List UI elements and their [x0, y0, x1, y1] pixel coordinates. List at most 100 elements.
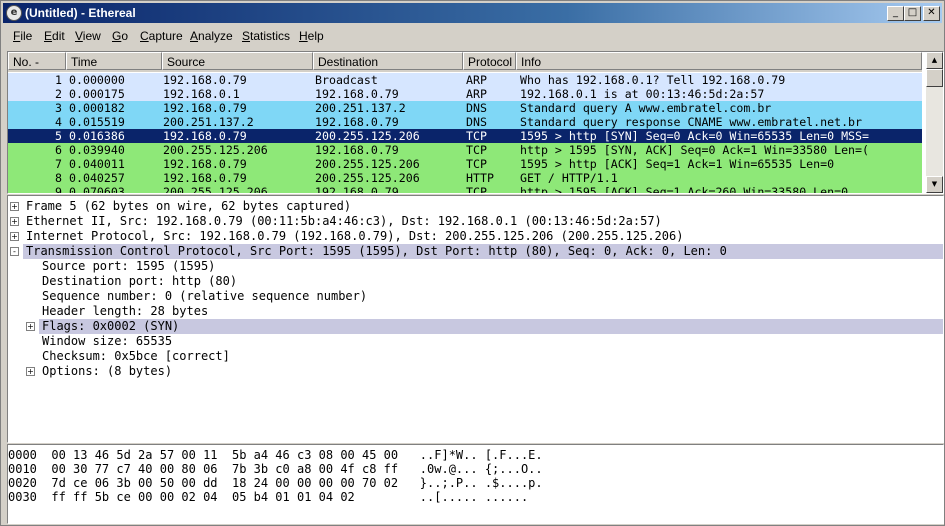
collapse-icon[interactable]: - [10, 247, 19, 256]
scroll-thumb[interactable] [926, 69, 943, 87]
table-row[interactable]: 6 0.039940 200.255.125.206 192.168.0.79 TCP h… [8, 143, 922, 157]
cell-time: 0.016386 [69, 129, 125, 143]
menu-capture[interactable]: Capture [140, 29, 183, 43]
table-row[interactable]: 3 0.000182 192.168.0.79 200.251.137.2 DNS Sta… [8, 101, 922, 115]
column-header-no[interactable]: No. - [8, 52, 66, 70]
cell-dst: 192.168.0.79 [315, 115, 399, 129]
table-row[interactable]: 8 0.040257 192.168.0.79 200.255.125.206 HTTP… [8, 171, 922, 185]
cell-src: 192.168.0.79 [163, 157, 247, 171]
tree-item-label: Flags: 0x0002 (SYN) [42, 319, 180, 333]
cell-no: 1 [55, 73, 62, 87]
menu-label-rest: tatistics [250, 29, 291, 43]
cell-dst: 200.255.125.206 [315, 129, 420, 143]
tree-item-label: Transmission Control Protocol, Src Port:… [26, 244, 727, 258]
scroll-down-arrow-icon[interactable]: ▼ [926, 176, 943, 193]
cell-no: 7 [55, 157, 62, 171]
tree-item[interactable]: Window size: 65535 [8, 334, 943, 349]
minimize-button[interactable]: _ [887, 6, 904, 21]
cell-src: 200.255.125.206 [163, 143, 268, 157]
menu-label-rest: iew [82, 29, 101, 43]
tree-item[interactable]: Checksum: 0x5bce [correct] [8, 349, 943, 364]
cell-time: 0.015519 [69, 115, 125, 129]
cell-src: 200.251.137.2 [163, 115, 254, 129]
menu-view[interactable]: View [75, 29, 101, 43]
expand-icon[interactable]: + [10, 217, 19, 226]
tree-item[interactable]: + Frame 5 (62 bytes on wire, 62 bytes cap… [8, 199, 943, 214]
cell-info: 1595 > http [SYN] Seq=0 Ack=0 Win=65535 … [520, 129, 870, 143]
cell-no: 2 [55, 87, 62, 101]
hex-line[interactable]: 0010 00 30 77 c7 40 00 80 06 7b 3b c0 a8… [8, 463, 543, 476]
cell-info: GET / HTTP/1.1 [520, 171, 618, 185]
tree-item[interactable]: Header length: 28 bytes [8, 304, 943, 319]
cell-time: 0.039940 [69, 143, 125, 157]
cell-no: 5 [55, 129, 62, 143]
menu-label-rest: o [121, 29, 129, 43]
table-row[interactable]: 5 0.016386 192.168.0.79 200.255.125.206 TCP 1… [8, 129, 922, 143]
menu-label-rest: elp [307, 29, 324, 43]
hex-line[interactable]: 0020 7d ce 06 3b 00 50 00 dd 18 24 00 00… [8, 477, 543, 490]
app-window: e (Untitled) - Ethereal _ □ ✕ File Edit Vi… [0, 0, 945, 526]
cell-proto: TCP [466, 157, 487, 171]
cell-proto: HTTP [466, 171, 494, 185]
tree-item[interactable]: + Internet Protocol, Src: 192.168.0.79 (1… [8, 229, 943, 244]
packet-bytes-pane: 0000 00 13 46 5d 2a 57 00 11 5b a4 46 c3… [7, 444, 944, 524]
packet-list-scrollbar[interactable]: ▲ ▼ [926, 52, 943, 193]
menu-edit[interactable]: Edit [44, 29, 65, 43]
menu-mnemonic: H [299, 29, 308, 43]
column-header-source[interactable]: Source [162, 52, 313, 70]
menu-mnemonic: S [242, 29, 251, 43]
cell-info: http > 1595 [ACK] Seq=1 Ack=260 Win=3358… [520, 185, 849, 194]
column-header-time[interactable]: Time [66, 52, 162, 70]
hex-line[interactable]: 0000 00 13 46 5d 2a 57 00 11 5b a4 46 c3… [8, 449, 543, 462]
tree-item[interactable]: + Options: (8 bytes) [8, 364, 943, 379]
expand-icon[interactable]: + [10, 202, 19, 211]
close-button[interactable]: ✕ [923, 6, 940, 21]
tree-item-label: Options: (8 bytes) [42, 364, 173, 378]
cell-time: 0.000175 [69, 87, 125, 101]
menu-go[interactable]: Go [112, 29, 128, 43]
cell-src: 200.255.125.206 [163, 185, 268, 194]
title-bar[interactable]: e (Untitled) - Ethereal _ □ ✕ [3, 3, 942, 23]
tree-item[interactable]: + Ethernet II, Src: 192.168.0.79 (00:11:5… [8, 214, 943, 229]
table-row[interactable]: 7 0.040011 192.168.0.79 200.255.125.206 TCP 1… [8, 157, 922, 171]
table-row[interactable]: 2 0.000175 192.168.0.1 192.168.0.79 ARP 192.1… [8, 87, 922, 101]
cell-info: 192.168.0.1 is at 00:13:46:5d:2a:57 [520, 87, 765, 101]
menu-analyze[interactable]: Analyze [190, 29, 233, 43]
cell-proto: TCP [466, 143, 487, 157]
column-header-destination[interactable]: Destination [313, 52, 463, 70]
menu-statistics[interactable]: Statistics [242, 29, 290, 43]
tree-item[interactable]: Sequence number: 0 (relative sequence nu… [8, 289, 943, 304]
menu-help[interactable]: Help [299, 29, 324, 43]
tree-item-label: Ethernet II, Src: 192.168.0.79 (00:11:5b… [26, 214, 662, 228]
tree-item-label: Header length: 28 bytes [42, 304, 209, 318]
hex-line[interactable]: 0030 ff ff 5b ce 00 00 02 04 05 b4 01 01… [8, 491, 528, 504]
tree-item-label: Internet Protocol, Src: 192.168.0.79 (19… [26, 229, 684, 243]
cell-src: 192.168.0.79 [163, 101, 247, 115]
column-header-info[interactable]: Info [516, 52, 922, 70]
expand-icon[interactable]: + [26, 367, 35, 376]
column-header-protocol[interactable]: Protocol [463, 52, 516, 70]
cell-proto: ARP [466, 87, 487, 101]
scroll-up-arrow-icon[interactable]: ▲ [926, 52, 943, 69]
menu-label-rest: ile [20, 29, 33, 43]
expand-icon[interactable]: + [10, 232, 19, 241]
maximize-button[interactable]: □ [904, 6, 921, 21]
menu-mnemonic: C [140, 29, 149, 43]
cell-no: 8 [55, 171, 62, 185]
cell-proto: TCP [466, 185, 487, 194]
tree-item-label: Frame 5 (62 bytes on wire, 62 bytes capt… [26, 199, 352, 213]
tree-item[interactable]: Destination port: http (80) [8, 274, 943, 289]
table-row[interactable]: 1 0.000000 192.168.0.79 Broadcast ARP Who has… [8, 73, 922, 87]
expand-icon[interactable]: + [26, 322, 35, 331]
cell-info: http > 1595 [SYN, ACK] Seq=0 Ack=1 Win=3… [520, 143, 870, 157]
table-row[interactable]: 9 0.070603 200.255.125.206 192.168.0.79 TCP h… [8, 185, 922, 194]
ethereal-app-icon[interactable]: e [6, 5, 22, 21]
tree-item[interactable]: - Transmission Control Protocol, Src Port… [8, 244, 943, 259]
menu-file[interactable]: File [13, 29, 32, 43]
tree-item[interactable]: Source port: 1595 (1595) [8, 259, 943, 274]
tree-item-label: Destination port: http (80) [42, 274, 238, 288]
table-row[interactable]: 4 0.015519 200.251.137.2 192.168.0.79 DNS Sta… [8, 115, 922, 129]
cell-proto: DNS [466, 101, 487, 115]
tree-item[interactable]: + Flags: 0x0002 (SYN) [8, 319, 943, 334]
menu-mnemonic: G [112, 29, 122, 43]
